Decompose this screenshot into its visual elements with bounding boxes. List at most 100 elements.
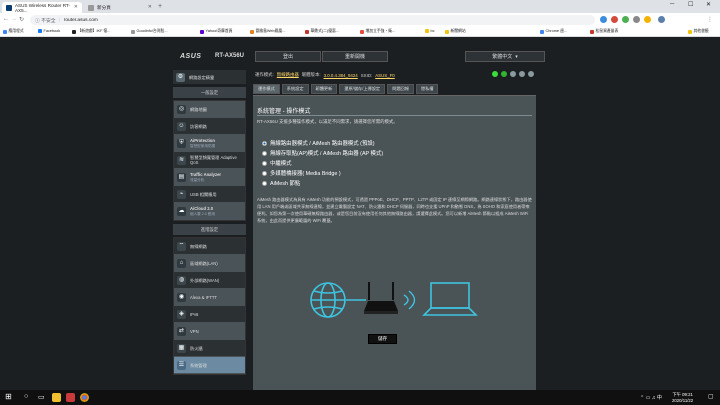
radio-unchecked-icon[interactable] xyxy=(262,170,267,176)
security-label: 不安全 xyxy=(41,18,56,24)
firmware-value-link[interactable]: 3.0.0.4.384_9424 xyxy=(324,73,358,78)
bookmark-favicon-icon xyxy=(305,29,309,34)
bookmark-item[interactable]: 冒險島Web鳳凰... xyxy=(250,29,285,34)
mode-option-aimesh-node[interactable]: AiMesh 節點 xyxy=(262,179,300,187)
page-description: RT-AX56U 支援多種操作模式，以滿足不同需求，請選擇您所需的模式。 xyxy=(257,119,398,124)
system-tray-icons[interactable]: ⌃ ▭ ♫ 中 xyxy=(640,394,662,401)
folder-icon xyxy=(688,29,692,34)
radio-unchecked-icon[interactable] xyxy=(262,180,267,186)
tab-system[interactable]: 系統設定 xyxy=(281,84,309,94)
reboot-button[interactable]: 重新開機 xyxy=(322,51,388,62)
extension-icon[interactable] xyxy=(611,16,618,23)
usb-status-icon[interactable] xyxy=(510,71,516,77)
tab-router[interactable]: ASUS Wireless Router RT-AX5... ✕ xyxy=(2,2,82,13)
url-input[interactable]: ⓘ 不安全 | router.asus.com xyxy=(30,15,595,25)
extension-icon[interactable] xyxy=(633,16,640,23)
bookmark-item[interactable]: 新聞網站 xyxy=(445,29,466,34)
sidebar-item-guest-network[interactable]: ☺ 訪客網路 xyxy=(174,118,245,134)
sidebar-item-qos[interactable]: ≋ 智慧型頻寬管理 Adaptive QoS xyxy=(174,152,245,168)
sidebar-item-wireless[interactable]: ⌔ 無線網路 xyxy=(174,238,245,254)
tab-feedback[interactable]: 問題回報 xyxy=(387,84,414,94)
alexa-icon: ◉ xyxy=(177,292,186,302)
sidebar-item-quick-setup[interactable]: ⚙ 網路設定精靈 xyxy=(173,70,246,84)
bookmark-item[interactable]: 增加立手強・衛... xyxy=(360,29,395,34)
bookmark-item[interactable]: bc xyxy=(425,29,435,33)
sidebar-item-network-map[interactable]: ◎ 網路地圖 xyxy=(174,101,245,117)
mode-value-link[interactable]: 無線路由器 xyxy=(277,72,299,78)
bookmark-item[interactable]: Goodinfo!台灣股... xyxy=(131,29,168,34)
extension-icon[interactable] xyxy=(622,16,629,23)
sidebar-item-administration[interactable]: ☰ 系統管理 xyxy=(174,357,245,373)
bookmark-item[interactable]: 松鼠資產量表 xyxy=(590,29,618,34)
sidebar-item-label: VPN xyxy=(190,328,199,334)
sidebar-item-label: USB 相關應用 xyxy=(190,191,217,197)
minimize-icon[interactable]: ─ xyxy=(670,1,674,7)
sidebar-item-ipv6[interactable]: ◈ IPv6 xyxy=(174,306,245,322)
folder-icon xyxy=(445,29,449,34)
bookmark-item[interactable]: Yahoo!奇摩首頁 xyxy=(200,29,232,34)
tab-restore-save-upload[interactable]: 還原/儲存/上傳設定 xyxy=(339,84,386,94)
bookmark-item[interactable]: Facebook xyxy=(38,29,60,33)
sidebar-item-firewall[interactable]: ▦ 防火牆 xyxy=(174,340,245,356)
ssid-label: SSID: xyxy=(360,72,373,78)
system-clock[interactable]: 下午 09:21 2020/11/22 xyxy=(672,392,693,403)
sidebar-item-wan[interactable]: ◍ 外部網路(WAN) xyxy=(174,272,245,288)
tab-operation-mode[interactable]: 運作模式 xyxy=(253,84,280,94)
qos-icon: ≋ xyxy=(177,155,186,165)
tab-new[interactable]: 新分頁 ✕ xyxy=(84,2,156,13)
cloud-icon: ☁ xyxy=(177,206,186,216)
forward-icon[interactable]: → xyxy=(11,16,17,22)
mode-option-ap[interactable]: 無線存取點(AP)模式 / AiMesh 路由器 (AP 模式) xyxy=(262,149,383,157)
sidebar-item-aiprotection[interactable]: ⛨ AiProtection 智慧型家用防護 xyxy=(174,135,245,151)
task-view-icon[interactable]: ▭ xyxy=(38,393,45,401)
radio-checked-icon[interactable] xyxy=(262,140,267,146)
sidebar-section-general: 一般設定 xyxy=(173,87,246,98)
extension-icon[interactable] xyxy=(600,16,607,23)
close-tab-icon[interactable]: ✕ xyxy=(74,4,78,10)
maximize-icon[interactable]: ☐ xyxy=(688,1,693,8)
menu-kebab-icon[interactable]: ⋮ xyxy=(707,16,713,23)
sidebar-item-vpn[interactable]: ⇄ VPN xyxy=(174,323,245,339)
notification-icon[interactable]: ▢ xyxy=(708,393,714,400)
new-tab-plus-icon[interactable]: + xyxy=(158,3,162,10)
chrome-icon[interactable] xyxy=(80,393,89,402)
sidebar-item-alexa[interactable]: ◉ Alexa & IFTTT xyxy=(174,289,245,305)
close-window-icon[interactable]: ✕ xyxy=(706,1,711,8)
logout-button[interactable]: 登出 xyxy=(255,51,321,62)
wan-status-icon[interactable] xyxy=(501,71,507,77)
bookmark-apps[interactable]: 應用程式 xyxy=(3,29,24,34)
back-icon[interactable]: ← xyxy=(3,16,9,22)
sidebar-item-traffic-analyzer[interactable]: ▤ Traffic Analyzer 流量分析 xyxy=(174,169,245,185)
sidebar-item-usb[interactable]: ⌁ USB 相關應用 xyxy=(174,186,245,202)
profile-avatar-icon[interactable] xyxy=(658,16,665,23)
bookmark-other[interactable]: 其他書籤 xyxy=(688,29,709,34)
bookmark-item[interactable]: 【新遊戲】IKF 懷... xyxy=(72,29,110,34)
radio-unchecked-icon[interactable] xyxy=(262,160,267,166)
bookmark-item[interactable]: 華鼎式(二)優惠... xyxy=(305,29,339,34)
file-explorer-icon[interactable] xyxy=(52,393,61,402)
bookmark-item[interactable]: Chrome 週... xyxy=(540,29,567,34)
wifi-status-icon[interactable] xyxy=(528,71,534,77)
reload-icon[interactable]: ↻ xyxy=(19,16,24,23)
search-icon[interactable]: ○ xyxy=(24,393,28,400)
internet-status-icon[interactable] xyxy=(492,71,498,77)
mode-option-media-bridge[interactable]: 多媒體橋接器( Media Bridge ) xyxy=(262,169,341,177)
language-select[interactable]: 繁體中文 ▾ xyxy=(465,51,545,62)
mode-option-repeater[interactable]: 中繼模式 xyxy=(262,159,292,167)
bookmark-favicon-icon xyxy=(590,29,594,34)
tab-title: 新分頁 xyxy=(97,4,111,10)
sidebar-item-sub: 個人雲 2.0 應用 xyxy=(190,211,215,216)
sidebar-item-aicloud[interactable]: ☁ AiCloud 2.0 個人雲 2.0 應用 xyxy=(174,203,245,219)
apply-button[interactable]: 儲存 xyxy=(368,334,397,344)
tab-firmware-upgrade[interactable]: 韌體更新 xyxy=(310,84,338,94)
sidebar-item-lan[interactable]: ⌂ 區域網路(LAN) xyxy=(174,255,245,271)
app-taskbar-icon[interactable] xyxy=(66,393,75,402)
close-tab-icon[interactable]: ✕ xyxy=(148,4,152,10)
ssid-value-link[interactable]: ASUS_F0 xyxy=(375,73,395,78)
radio-unchecked-icon[interactable] xyxy=(262,150,267,156)
tab-privacy[interactable]: 隱私權 xyxy=(415,84,439,94)
mode-option-router[interactable]: 無線路由器模式 / AiMesh 路由器模式 (預設) xyxy=(262,139,375,147)
extension-icon[interactable] xyxy=(644,16,651,23)
windows-start-icon[interactable]: ⊞ xyxy=(5,392,12,401)
user-status-icon[interactable] xyxy=(519,71,525,77)
